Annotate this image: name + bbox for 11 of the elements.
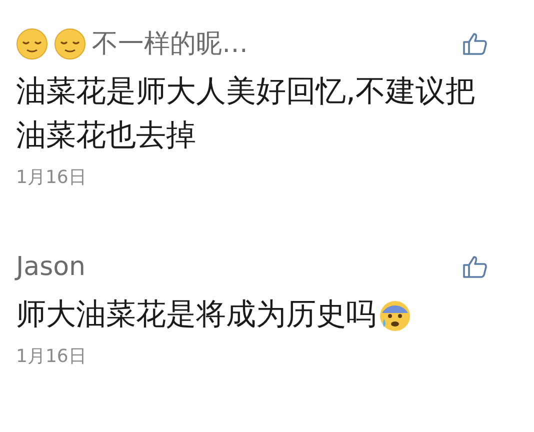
comment-date: 1月16日 xyxy=(16,166,88,190)
relieved-face-icon xyxy=(16,28,48,60)
anxious-face-icon xyxy=(378,299,412,333)
comment-text: 师大油菜花是将成为历史吗 xyxy=(16,296,376,334)
user-name: 不一样的昵… xyxy=(92,31,248,57)
user-name: Jason xyxy=(16,254,86,280)
relieved-face-icon xyxy=(54,28,86,60)
comment-text: 油菜花是师大人美好回忆,不建议把油菜花也去掉 xyxy=(16,73,477,155)
like-icon[interactable] xyxy=(462,255,488,279)
like-icon[interactable] xyxy=(462,32,488,56)
comment-date: 1月16日 xyxy=(16,345,88,369)
